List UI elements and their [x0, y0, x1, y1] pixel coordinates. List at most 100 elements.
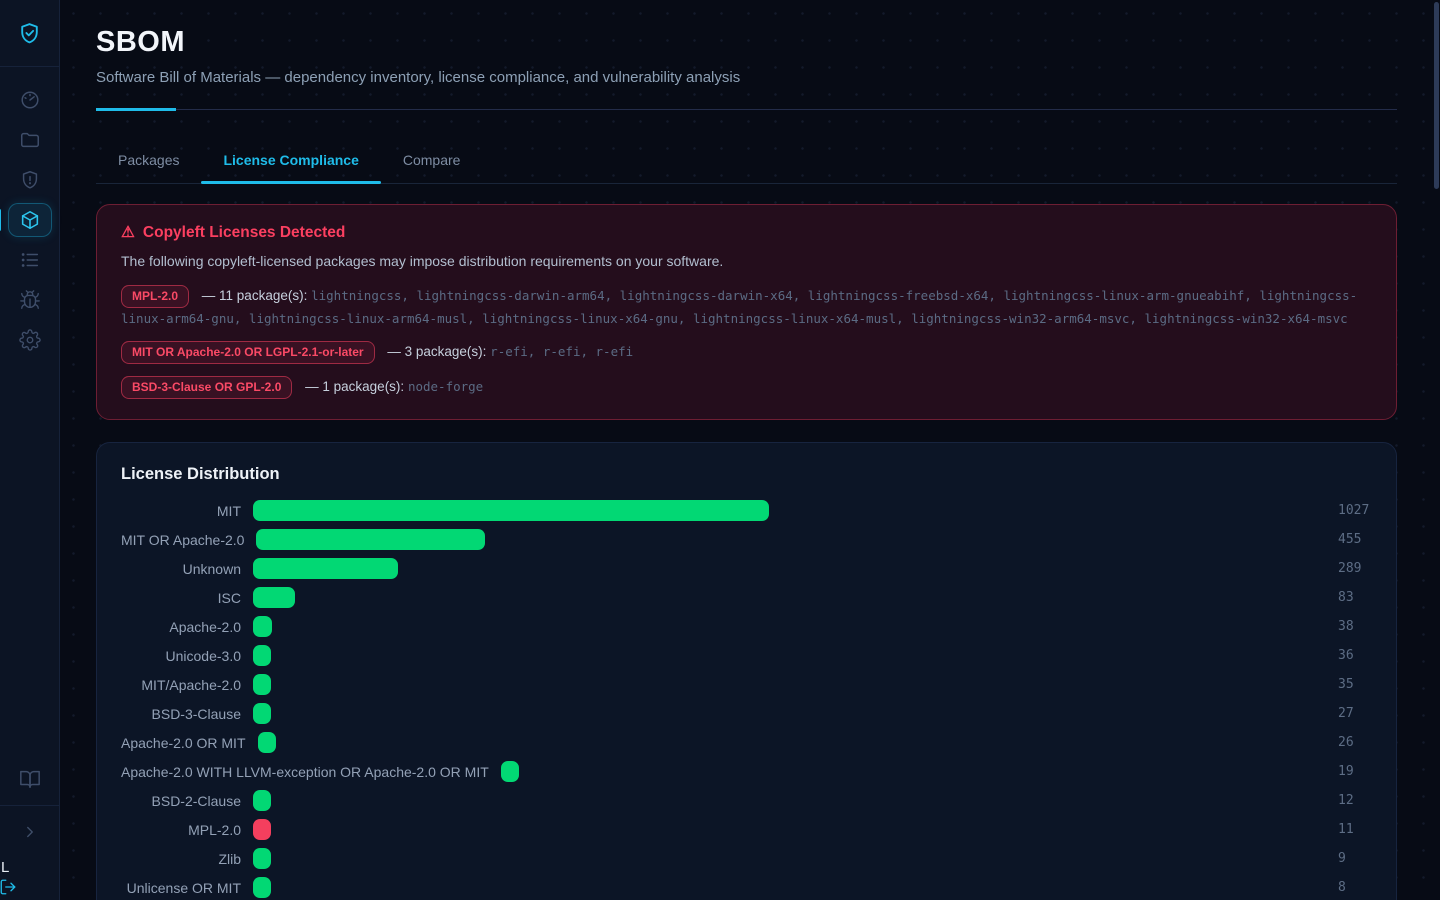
chart-row: Unicode-3.036: [121, 645, 1372, 666]
warning-groups: MPL-2.0 — 11 package(s): lightningcss, l…: [121, 285, 1372, 399]
vertical-scrollbar[interactable]: [1434, 2, 1439, 189]
chart-row: Zlib 9: [121, 848, 1372, 869]
chart-row-label: Apache-2.0: [121, 619, 241, 635]
chart-row: Unknown289: [121, 558, 1372, 579]
sidebar-item-vulnerabilities[interactable]: [0, 160, 60, 200]
chart-bar: [253, 703, 271, 724]
sidebar-item-projects[interactable]: [0, 120, 60, 160]
chart-bar: [253, 500, 769, 521]
chart-row-label: MIT: [121, 503, 241, 519]
chart-row: MIT 1027: [121, 500, 1372, 521]
app-logo[interactable]: [0, 0, 59, 67]
chart-bar: [253, 848, 271, 869]
package-count: — 1 package(s):: [305, 379, 404, 394]
chart-bar: [501, 761, 519, 782]
chart-row-label: Zlib: [121, 851, 241, 867]
sidebar-item-issues[interactable]: [0, 280, 60, 320]
page-title: SBOM: [96, 26, 1397, 59]
page-subtitle: Software Bill of Materials — dependency …: [96, 69, 1397, 86]
shield-alert-icon: [19, 169, 41, 191]
chart-row-value: 27: [1338, 706, 1372, 721]
tab-compare[interactable]: Compare: [381, 137, 483, 183]
chart-rows: MIT 1027 MIT OR Apache-2.0 455 Unknown289 ISC…: [121, 500, 1372, 900]
chart-row: MPL-2.0 11: [121, 819, 1372, 840]
logout-icon: [0, 878, 17, 896]
package-cube-icon: [19, 209, 41, 231]
chart-row-label: BSD-2-Clause: [121, 793, 241, 809]
license-badge: BSD-3-Clause OR GPL-2.0: [121, 376, 292, 399]
package-count: — 3 package(s):: [387, 344, 486, 359]
sidebar-item-settings[interactable]: [0, 320, 60, 360]
header-accent-bar: [96, 108, 176, 111]
chart-row-label: Apache-2.0 WITH LLVM-exception OR Apache…: [121, 764, 489, 780]
chart-row-value: 35: [1338, 677, 1372, 692]
chart-row-label: Unicode-3.0: [121, 648, 241, 664]
chart-row-label: MIT OR Apache-2.0: [121, 532, 244, 548]
chart-row: Apache-2.0 OR MIT 26: [121, 732, 1372, 753]
package-list: node-forge: [408, 379, 483, 394]
sidebar-nav: [0, 67, 59, 360]
sidebar: L: [0, 0, 60, 900]
chart-row-value: 83: [1338, 590, 1372, 605]
tab-packages[interactable]: Packages: [96, 137, 201, 183]
chart-row-value: 19: [1338, 764, 1372, 779]
copyleft-warning-panel: ⚠ Copyleft Licenses Detected The followi…: [96, 204, 1397, 420]
chart-bar: [253, 616, 272, 637]
header-divider: [96, 108, 1397, 111]
chart-row-label: Apache-2.0 OR MIT: [121, 735, 246, 751]
chart-bar: [253, 819, 271, 840]
chart-row: Apache-2.038: [121, 616, 1372, 637]
chart-bar: [253, 877, 271, 898]
chart-row-value: 9: [1338, 851, 1372, 866]
chart-bar: [256, 529, 485, 550]
chevron-right-icon: [21, 823, 39, 841]
active-indicator-bar: [0, 209, 1, 231]
chart-row-value: 455: [1338, 532, 1372, 547]
chart-row: MIT/Apache-2.0 35: [121, 674, 1372, 695]
package-count: — 11 package(s):: [202, 288, 308, 303]
sidebar-footer: L: [1, 859, 17, 896]
gear-icon: [19, 329, 41, 351]
chart-row-label: Unlicense OR MIT: [121, 880, 241, 896]
chart-row-value: 11: [1338, 822, 1372, 837]
list-icon: [19, 249, 41, 271]
license-group: MPL-2.0 — 11 package(s): lightningcss, l…: [121, 285, 1372, 329]
sidebar-item-docs[interactable]: [0, 759, 60, 799]
warning-description: The following copyleft-licensed packages…: [121, 253, 1372, 269]
chart-row: Apache-2.0 WITH LLVM-exception OR Apache…: [121, 761, 1372, 782]
sidebar-item-sbom[interactable]: [0, 200, 60, 240]
bug-icon: [19, 289, 41, 311]
chart-row-label: MIT/Apache-2.0: [121, 677, 241, 693]
chart-row-label: MPL-2.0: [121, 822, 241, 838]
chart-row-value: 289: [1338, 561, 1372, 576]
sidebar-item-inventory-list[interactable]: [0, 240, 60, 280]
tab-license-compliance[interactable]: License Compliance: [201, 137, 380, 183]
package-list: r-efi, r-efi, r-efi: [490, 344, 633, 359]
chart-bar: [253, 558, 398, 579]
warning-title-text: Copyleft Licenses Detected: [143, 224, 345, 242]
chart-row-value: 26: [1338, 735, 1372, 750]
chart-row-label: ISC: [121, 590, 241, 606]
license-group: MIT OR Apache-2.0 OR LGPL-2.1-or-later —…: [121, 341, 1372, 364]
chart-bar: [258, 732, 276, 753]
dashboard-gauge-icon: [19, 89, 41, 111]
chart-bar: [253, 587, 295, 608]
warning-triangle-icon: ⚠: [121, 223, 135, 242]
license-group: BSD-3-Clause OR GPL-2.0 — 1 package(s): …: [121, 376, 1372, 399]
chart-row: ISC 83: [121, 587, 1372, 608]
license-distribution-card: License Distribution MIT1027MIT OR Apach…: [96, 442, 1397, 900]
chart-row: Unlicense OR MIT8: [121, 877, 1372, 898]
chart-bar: [253, 790, 271, 811]
chart-row-value: 12: [1338, 793, 1372, 808]
sidebar-item-dashboard[interactable]: [0, 80, 60, 120]
license-badge: MIT OR Apache-2.0 OR LGPL-2.1-or-later: [121, 341, 375, 364]
book-icon: [19, 768, 41, 790]
chart-row-value: 1027: [1338, 503, 1372, 518]
sidebar-active-highlight: [8, 203, 52, 237]
sidebar-divider: [0, 805, 59, 806]
sidebar-collapse-button[interactable]: [0, 812, 60, 852]
tab-bar: Packages License Compliance Compare: [96, 137, 1397, 184]
main-content: SBOM Software Bill of Materials — depend…: [60, 0, 1440, 900]
logout-button[interactable]: [0, 878, 17, 896]
chart-row: BSD-2-Clause 12: [121, 790, 1372, 811]
